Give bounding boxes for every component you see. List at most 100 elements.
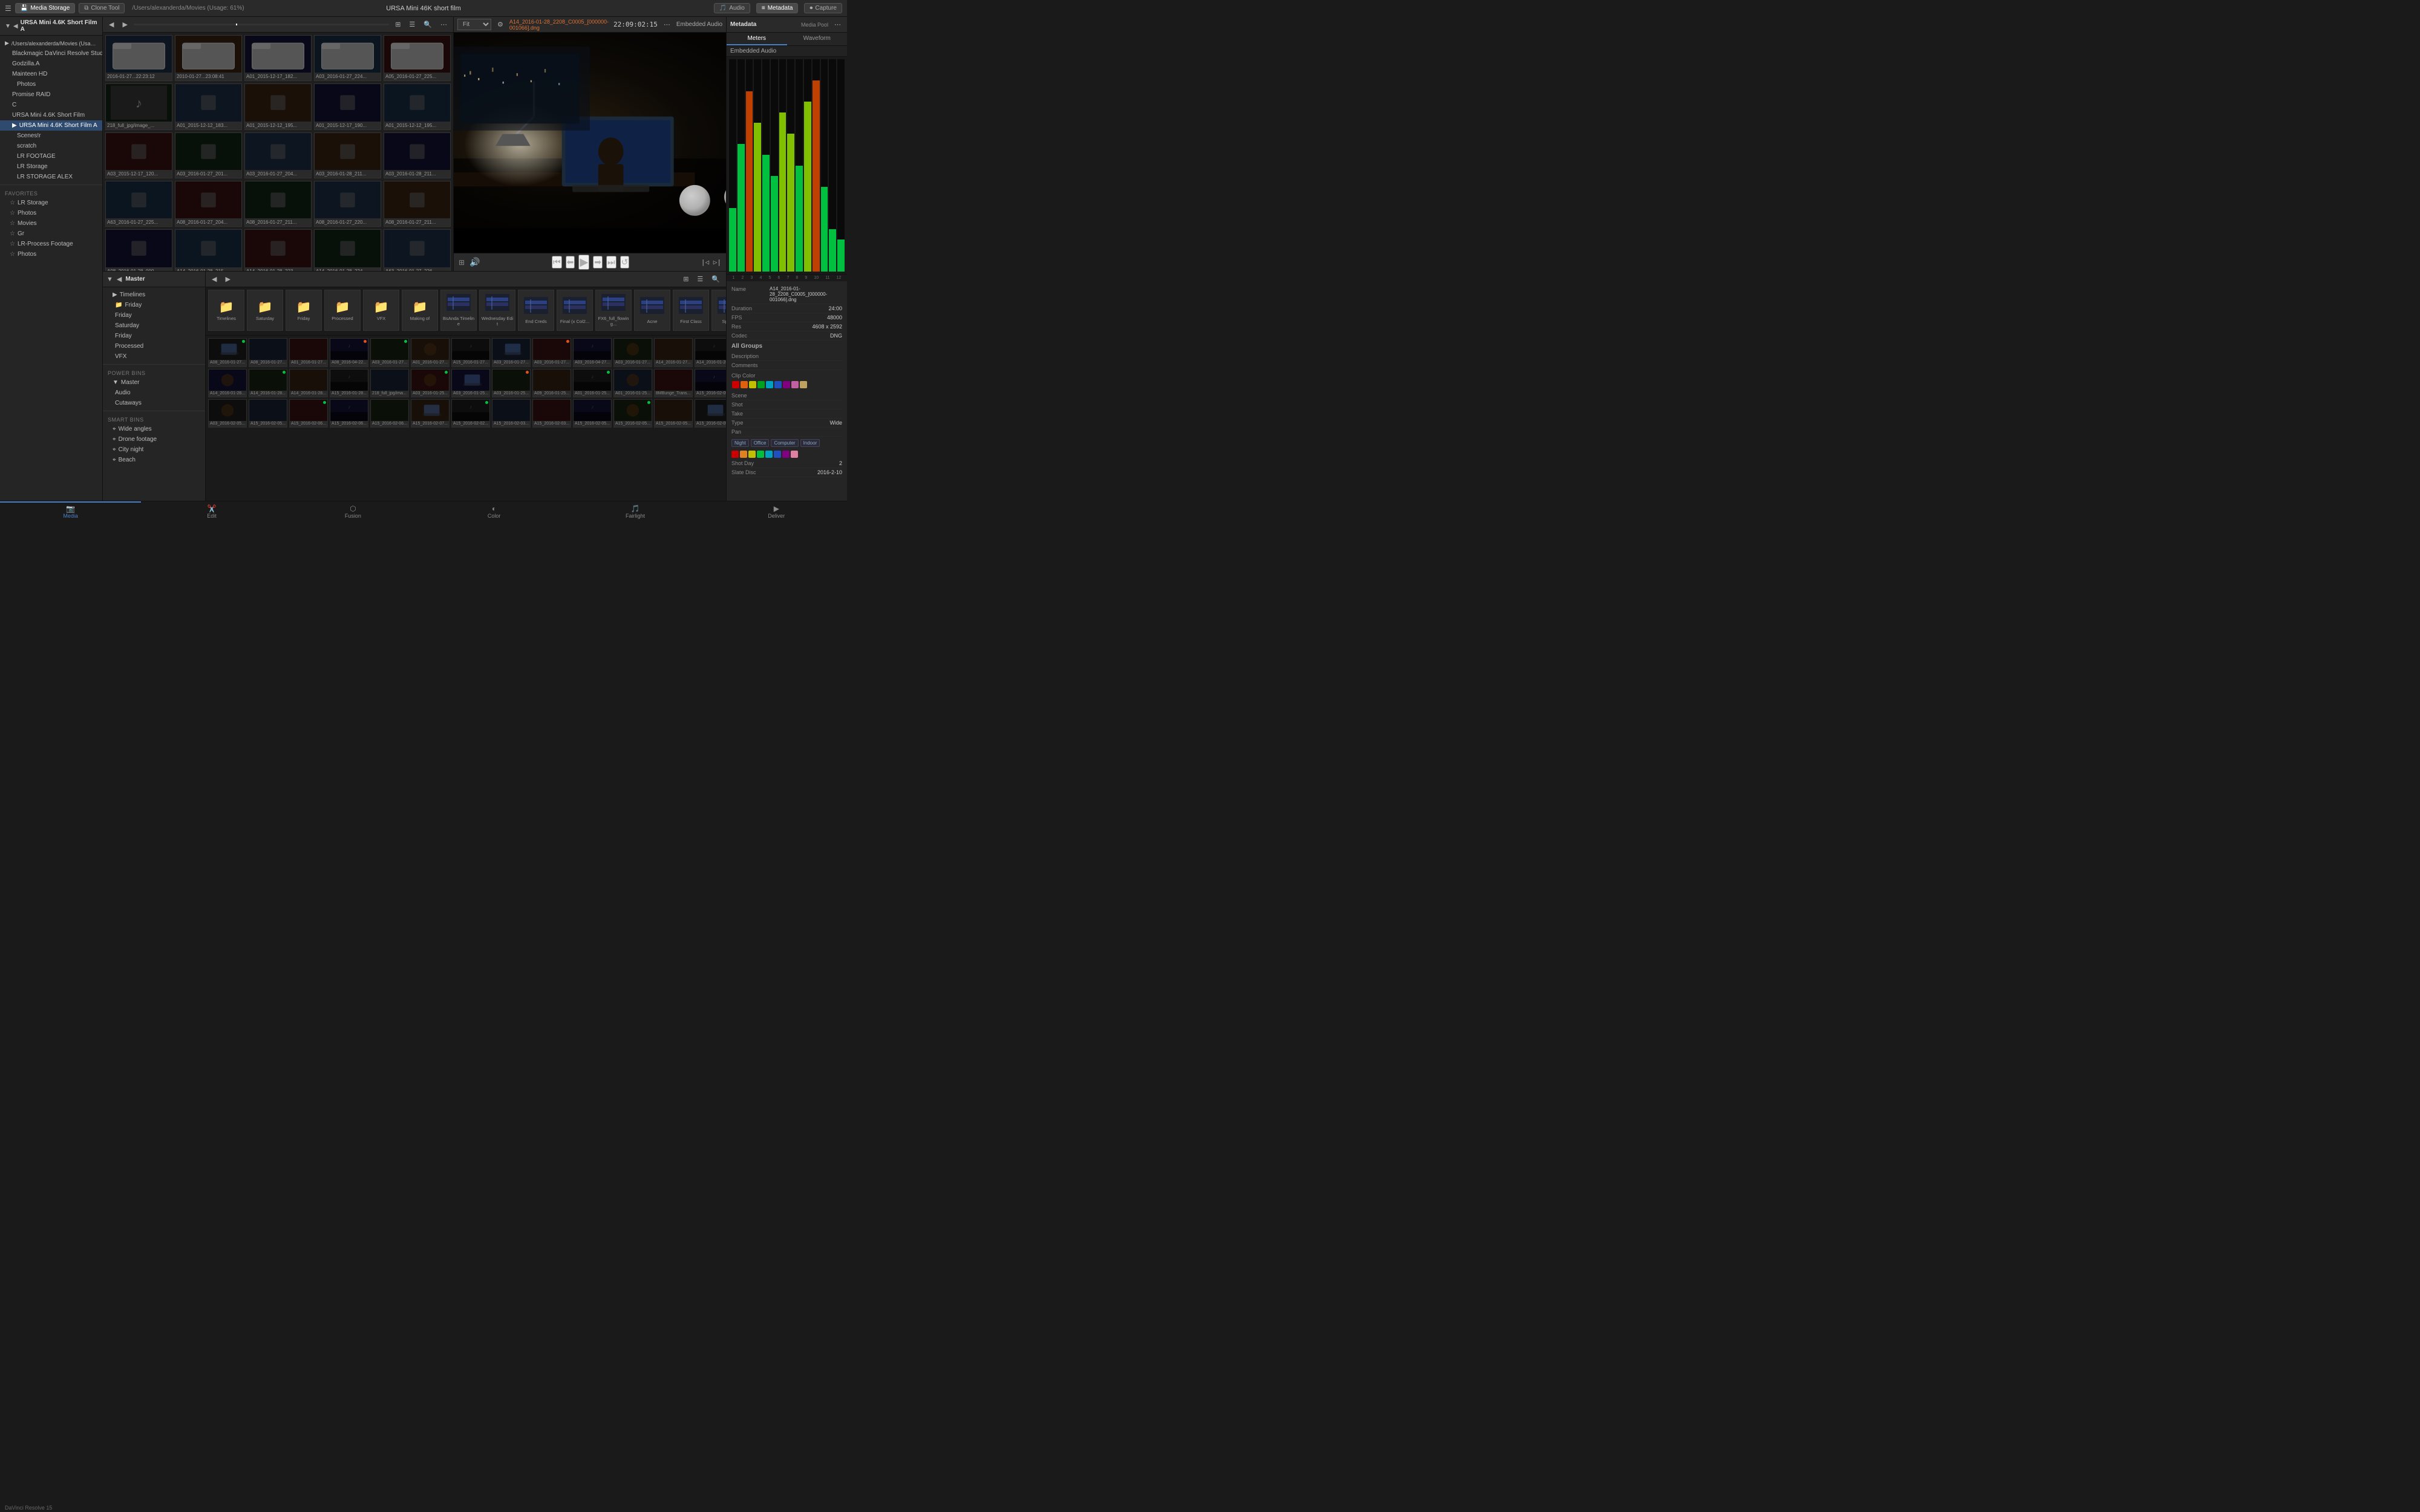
- group-chip-orange[interactable]: [740, 451, 747, 458]
- audio-settings-btn[interactable]: ⋯: [661, 19, 673, 30]
- color-chip-green[interactable]: [757, 381, 765, 388]
- bin-timeline-2[interactable]: 📁Friday: [286, 290, 322, 331]
- bin-item-friday2[interactable]: Saturday: [103, 321, 205, 331]
- bin-timeline-11[interactable]: Acne: [634, 290, 670, 331]
- footage-clip-9[interactable]: ♪A03_2016-04-27...: [573, 338, 612, 367]
- group-chip-green[interactable]: [757, 451, 764, 458]
- color-chip-yellow[interactable]: [749, 381, 756, 388]
- tag-computer[interactable]: Computer: [771, 439, 798, 447]
- bin-smart-drone[interactable]: ⌖ Drone footage: [103, 434, 205, 445]
- bin-smart-wide[interactable]: ⌖ Wide angles: [103, 424, 205, 434]
- bin-timeline-0[interactable]: 📁Timelines: [208, 290, 244, 331]
- footage-clip-19[interactable]: 218_full_jpg/ima...: [370, 369, 409, 397]
- bin-item-vfx[interactable]: Processed: [103, 341, 205, 351]
- sidebar-item-scenes[interactable]: Scenes!r: [0, 131, 102, 141]
- step-back-btn[interactable]: ⬅: [566, 256, 575, 269]
- media-storage-tab[interactable]: 💾 Media Storage: [15, 3, 76, 13]
- group-chip-pink[interactable]: [791, 451, 798, 458]
- bin-back-btn[interactable]: ◀: [209, 274, 219, 284]
- browser-thumb-17[interactable]: A08_2016-01-27_211...: [244, 181, 312, 227]
- footage-clip-1[interactable]: A08_2016-01-27...: [249, 338, 287, 367]
- sidebar-item-godzilla[interactable]: Godzilla.A: [0, 59, 102, 69]
- sidebar-item-promise[interactable]: Promise RAID: [0, 90, 102, 100]
- sidebar-item-ursa1[interactable]: URSA Mini 4.6K Short Film: [0, 110, 102, 120]
- footage-clip-7[interactable]: A03_2016-01-27...: [492, 338, 531, 367]
- browser-thumb-8[interactable]: A01_2015-12-17_190...: [314, 83, 381, 129]
- app-tab-color[interactable]: ◐Color: [424, 501, 564, 521]
- footage-clip-33[interactable]: ♪A15_2016-02-06...: [330, 399, 368, 428]
- play-btn[interactable]: ▶: [578, 255, 589, 270]
- browser-thumb-19[interactable]: A08_2016-01-27_211...: [384, 181, 451, 227]
- browser-thumb-24[interactable]: A63_2016-01-27_226...: [384, 229, 451, 271]
- bin-power-cutaways[interactable]: Cutaways: [103, 398, 205, 408]
- sidebar-item-lr-footage[interactable]: LR FOOTAGE: [0, 151, 102, 161]
- bin-smart-beach[interactable]: ⌖ Beach: [103, 455, 205, 465]
- tag-night[interactable]: Night: [731, 439, 749, 447]
- footage-clip-16[interactable]: A14_2016-01-28...: [249, 369, 287, 397]
- browser-thumb-15[interactable]: A63_2016-01-27_225...: [105, 181, 172, 227]
- browser-thumb-6[interactable]: A01_2015-12-12_183...: [175, 83, 242, 129]
- bin-view-icon-btn[interactable]: ⊞: [681, 274, 691, 284]
- audio-tab[interactable]: 🎵 Audio: [714, 3, 750, 13]
- browser-thumb-23[interactable]: A14_2016-01-28_224...: [314, 229, 381, 271]
- group-chip-cyan[interactable]: [765, 451, 773, 458]
- footage-clip-25[interactable]: A01_2016-01-25...: [613, 369, 652, 397]
- group-chip-purple[interactable]: [782, 451, 790, 458]
- bin-timeline-1[interactable]: 📁Saturday: [247, 290, 283, 331]
- bin-expand-icon[interactable]: ▼: [106, 276, 113, 283]
- color-chip-cyan[interactable]: [766, 381, 773, 388]
- metadata-tab[interactable]: ≡ Metadata: [756, 3, 799, 13]
- view-grid-btn[interactable]: ⊞: [393, 19, 403, 30]
- footage-clip-37[interactable]: A15_2016-02-03...: [492, 399, 531, 428]
- browser-thumb-7[interactable]: A01_2015-12-12_195...: [244, 83, 312, 129]
- footage-clip-32[interactable]: A15_2016-02-06...: [289, 399, 328, 428]
- footage-clip-8[interactable]: A03_2016-01-27...: [532, 338, 571, 367]
- bin-timeline-3[interactable]: 📁Processed: [324, 290, 361, 331]
- footage-clip-23[interactable]: A09_2016-01-25...: [532, 369, 571, 397]
- browser-thumb-2[interactable]: A01_2015-12-17_182...: [244, 35, 312, 81]
- bin-search-btn[interactable]: 🔍: [709, 274, 722, 284]
- capture-tab[interactable]: ⏺ Capture: [804, 3, 842, 13]
- footage-clip-5[interactable]: A01_2016-01-27...: [411, 338, 450, 367]
- sidebar-item-path[interactable]: ▶ /Users/alexanderda/Movies (Usage: 61%): [0, 38, 102, 48]
- browser-thumb-11[interactable]: A03_2016-01-27_201...: [175, 132, 242, 178]
- footage-clip-40[interactable]: A15_2016-02-05...: [613, 399, 652, 428]
- color-chip-tan[interactable]: [800, 381, 807, 388]
- tab-waveform[interactable]: Waveform: [787, 33, 848, 45]
- browser-thumb-14[interactable]: A03_2016-01-28_211...: [384, 132, 451, 178]
- footage-clip-22[interactable]: A03_2016-01-25...: [492, 369, 531, 397]
- sidebar-item-c[interactable]: C: [0, 100, 102, 110]
- sidebar-fav-movies[interactable]: ☆ Movies: [0, 218, 102, 229]
- bin-power-master[interactable]: ▼ Master: [103, 377, 205, 388]
- bin-timeline-13[interactable]: Spaces: [711, 290, 726, 331]
- browser-thumb-3[interactable]: A03_2016-01-27_224...: [314, 35, 381, 81]
- footage-clip-31[interactable]: A15_2016-02-05...: [249, 399, 287, 428]
- bin-timeline-6[interactable]: BsAnda Timeline: [440, 290, 477, 331]
- browser-thumb-1[interactable]: 2010-01-27...23:08:41: [175, 35, 242, 81]
- group-chip-blue[interactable]: [774, 451, 781, 458]
- color-chip-orange[interactable]: [741, 381, 748, 388]
- bin-fwd-btn[interactable]: ▶: [223, 274, 232, 284]
- browser-thumb-16[interactable]: A08_2016-01-27_204...: [175, 181, 242, 227]
- footage-clip-36[interactable]: ♪A15_2016-02-02...: [451, 399, 490, 428]
- loop-btn[interactable]: ↺: [620, 256, 630, 269]
- browser-thumb-9[interactable]: A01_2015-12-12_195...: [384, 83, 451, 129]
- bin-item-saturday[interactable]: Friday: [103, 310, 205, 321]
- app-tab-fusion[interactable]: ⬡Fusion: [283, 501, 424, 521]
- color-chip-red[interactable]: [732, 381, 739, 388]
- footage-clip-21[interactable]: A03_2016-01-25...: [451, 369, 490, 397]
- browser-thumb-4[interactable]: A05_2016-01-27_225...: [384, 35, 451, 81]
- footage-clip-20[interactable]: A03_2016-01-25...: [411, 369, 450, 397]
- color-chip-blue[interactable]: [774, 381, 782, 388]
- color-chip-purple[interactable]: [783, 381, 790, 388]
- footage-clip-11[interactable]: A14_2016-01-27...: [654, 338, 693, 367]
- browser-thumb-21[interactable]: A14_2016-01-28_215...: [175, 229, 242, 271]
- step-fwd-btn[interactable]: ➡: [593, 256, 603, 269]
- tag-office[interactable]: Office: [751, 439, 770, 447]
- bin-timeline-8[interactable]: End Creds: [518, 290, 554, 331]
- sidebar-nav-back[interactable]: ◀: [13, 23, 18, 30]
- browser-thumb-0[interactable]: 2016-01-27...22:23:12: [105, 35, 172, 81]
- app-tab-edit[interactable]: ✂️Edit: [141, 501, 282, 521]
- footage-clip-38[interactable]: A15_2016-02-03...: [532, 399, 571, 428]
- view-list-btn[interactable]: ☰: [407, 19, 417, 30]
